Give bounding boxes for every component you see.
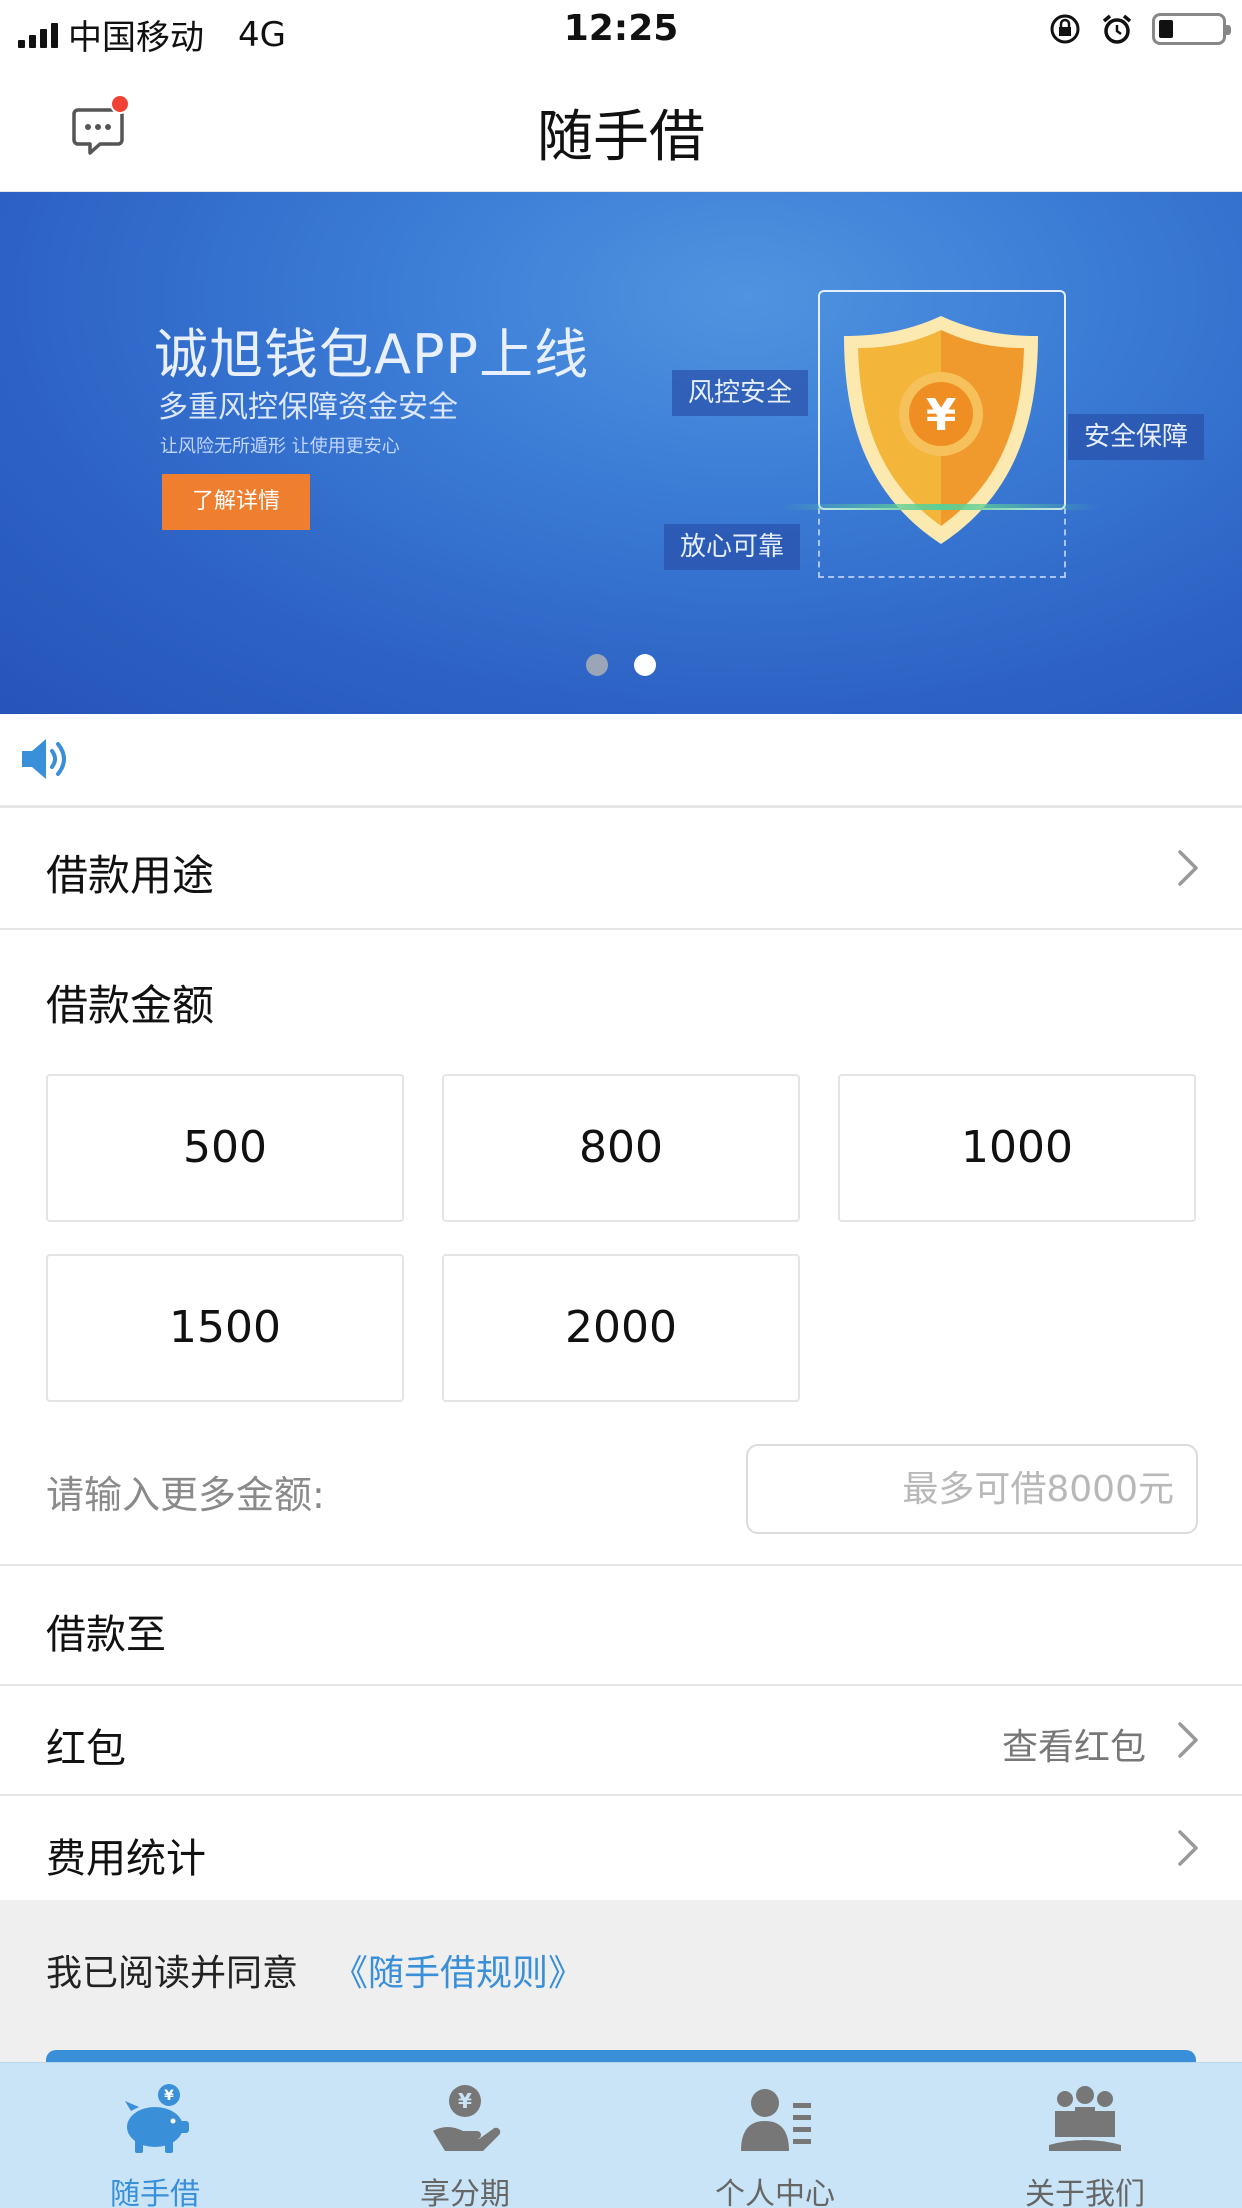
agreement-text: 我已阅读并同意 — [46, 1953, 299, 1994]
loan-purpose-label: 借款用途 — [46, 851, 215, 900]
tab-quick-loan[interactable]: ¥ 随手借 — [0, 2063, 310, 2208]
banner-subtitle: 多重风控保障资金安全 — [158, 390, 458, 425]
user-profile-icon — [741, 2089, 811, 2151]
fee-summary-row[interactable]: 费用统计 — [0, 1796, 1242, 1900]
banner-glow-line — [780, 504, 1100, 510]
status-bar: 中国移动 4G 12:25 — [0, 0, 1242, 62]
hand-coin-icon: ¥ — [433, 2085, 501, 2151]
piggy-bank-icon: ¥ — [125, 2084, 189, 2153]
speaker-icon — [22, 739, 66, 779]
banner-tag-security: 安全保障 — [1068, 414, 1205, 460]
notice-bar — [0, 714, 1242, 806]
amount-option-800[interactable]: 800 — [442, 1074, 800, 1222]
svg-text:¥: ¥ — [458, 2089, 472, 2113]
banner-title: 诚旭钱包APP上线 — [154, 323, 590, 386]
banner-dot-2[interactable] — [634, 654, 656, 676]
tab-about-us[interactable]: 关于我们 — [930, 2063, 1240, 2208]
chevron-right-icon — [1178, 1722, 1198, 1758]
rules-link[interactable]: 《随手借规则》 — [332, 1944, 584, 1996]
custom-amount-input[interactable] — [746, 1444, 1198, 1534]
borrow-to-label: 借款至 — [46, 1612, 166, 1658]
banner-tagline: 让风险无所遁形 让使用更安心 — [160, 436, 400, 457]
amount-option-1500[interactable]: 1500 — [46, 1254, 404, 1402]
shield-currency-symbol: ¥ — [926, 390, 957, 441]
banner-tag-risk: 风控安全 — [672, 370, 809, 416]
red-packet-row[interactable]: 红包 查看红包 — [0, 1686, 1242, 1794]
page-title: 随手借 — [537, 105, 705, 170]
banner-tag-reliable: 放心可靠 — [664, 524, 801, 570]
borrow-to-row[interactable]: 借款至 — [0, 1566, 1242, 1684]
tab-quick-loan-label: 随手借 — [110, 2177, 200, 2208]
svg-text:¥: ¥ — [164, 2088, 174, 2104]
tab-installment-label: 享分期 — [420, 2177, 510, 2208]
chevron-right-icon — [1178, 1830, 1198, 1866]
fee-summary-label: 费用统计 — [46, 1836, 206, 1882]
loan-amount-label: 借款金额 — [46, 981, 215, 1030]
tab-personal-center[interactable]: 个人中心 — [620, 2063, 930, 2208]
red-packet-label: 红包 — [46, 1726, 126, 1772]
alarm-icon — [1102, 14, 1132, 44]
banner-pagination — [0, 654, 1242, 676]
battery-icon — [1152, 13, 1231, 45]
group-icon — [1049, 2086, 1121, 2151]
amount-option-2000[interactable]: 2000 — [442, 1254, 800, 1402]
status-bar-right — [1048, 12, 1231, 46]
chevron-right-icon — [1178, 850, 1198, 886]
amount-option-1000[interactable]: 1000 — [838, 1074, 1196, 1222]
tab-installment[interactable]: ¥ 享分期 — [310, 2063, 620, 2208]
tab-about-us-label: 关于我们 — [1025, 2177, 1145, 2208]
promo-banner[interactable]: 诚旭钱包APP上线 多重风控保障资金安全 让风险无所遁形 让使用更安心 了解详情… — [0, 192, 1242, 714]
loan-purpose-row[interactable]: 借款用途 — [0, 808, 1242, 928]
banner-details-button[interactable]: 了解详情 — [162, 474, 310, 530]
banner-dot-1[interactable] — [586, 654, 608, 676]
agreement-section: 我已阅读并同意 《随手借规则》 — [0, 1900, 1242, 2062]
tab-personal-center-label: 个人中心 — [715, 2177, 835, 2208]
nav-bar: 随手借 — [0, 62, 1242, 192]
view-red-packet-link[interactable]: 查看红包 — [1002, 1718, 1146, 1770]
orientation-lock-icon — [1050, 14, 1080, 44]
custom-amount-label: 请输入更多金额: — [46, 1473, 325, 1517]
tab-bar: ¥ 随手借 ¥ 享分期 个人中心 关于我们 — [0, 2062, 1242, 2208]
shield-icon: ¥ — [844, 316, 1038, 544]
amount-option-500[interactable]: 500 — [46, 1074, 404, 1222]
